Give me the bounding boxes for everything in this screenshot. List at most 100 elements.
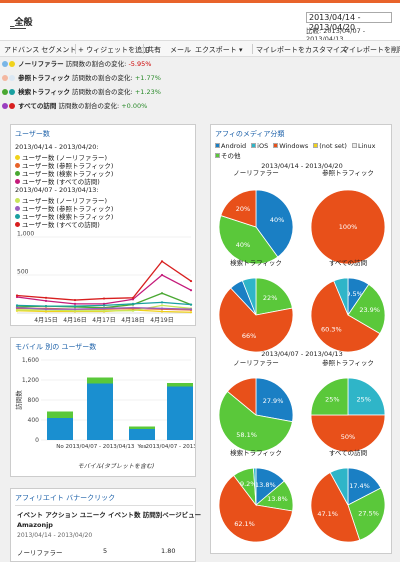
users-line-chart: 1,000 500 4月15日 4月16日 4月17日 4月18日 4月19日 [15, 231, 193, 324]
share-button[interactable]: 共有 [147, 45, 161, 55]
customize-report-button[interactable]: マイレポートをカスタマイズ [256, 45, 347, 55]
legend-label: Android [221, 142, 247, 150]
legend-swatch [251, 143, 257, 148]
add-widget-button[interactable]: + ウィジェットを追加 [78, 45, 149, 55]
row-value: 5 [103, 547, 108, 555]
data-point [73, 302, 77, 305]
segment-label: 訪問数の割合の変化: [58, 102, 120, 110]
segment-color-icon [9, 89, 15, 95]
data-point [44, 305, 48, 308]
data-point [160, 260, 164, 263]
segment-name: すべての訪問 [18, 102, 57, 110]
data-point [15, 294, 19, 297]
pie-label: 62.1% [234, 520, 255, 528]
pie-label: 27.9% [263, 397, 284, 405]
table-header-cell[interactable]: 訪問別ページビュー [143, 511, 201, 519]
data-point [102, 309, 106, 312]
legend-dot [15, 179, 20, 184]
x-tick-label: 4月15日 [34, 317, 57, 324]
legend-item: Linux [351, 142, 375, 150]
delete-report-button[interactable]: マイレポートを削除 [342, 45, 400, 55]
data-point [44, 296, 48, 299]
data-point [131, 306, 135, 309]
y-tick-label: 1,600 [22, 357, 39, 364]
data-point [15, 304, 19, 307]
segment-row[interactable]: ノーリファラー 訪問数の割合の変化: -5.95% [2, 58, 151, 70]
segment-name: 検索トラフィック [18, 88, 70, 96]
data-point [102, 297, 106, 300]
table-header: イベント アクション ユニーク イベント数 訪問別ページビュー [17, 509, 201, 519]
row-value: 1.80 [161, 547, 176, 555]
top-stripe [0, 0, 400, 3]
segment-row[interactable]: すべての訪問 訪問数の割合の変化: +0.00% [2, 100, 147, 112]
x-tick-label: 2013/04/07 - 2013/04/13 [66, 444, 135, 450]
data-point [189, 303, 193, 306]
table-header-cell[interactable]: イベント アクション [17, 511, 77, 519]
widget-title[interactable]: アフィのメディア分類 [215, 129, 284, 139]
widget-title[interactable]: ユーザー数 [15, 129, 50, 139]
legend-swatch [313, 143, 319, 148]
pie-label: 13.8% [255, 481, 276, 489]
pie-title: 参照トラフィック [322, 358, 374, 367]
bar [129, 429, 155, 440]
data-point [160, 307, 164, 310]
segment-row[interactable]: 検索トラフィック 訪問数の割合の変化: +1.23% [2, 86, 161, 98]
pie-title: ノーリファラー [233, 169, 279, 177]
pie-label: 50% [341, 433, 355, 441]
bar [167, 383, 193, 387]
pie-title: 参照トラフィック [322, 169, 374, 177]
row-label: ノーリファラー [17, 549, 63, 557]
data-point [131, 296, 135, 299]
y-tick-label: 500 [17, 269, 29, 276]
x-tick-label: No [56, 444, 64, 450]
group-label: Amazonjp [17, 521, 53, 529]
bar [87, 383, 113, 440]
pie-label: 40% [236, 241, 250, 249]
table-header-cell[interactable]: ユニーク イベント数 [80, 511, 141, 519]
data-point [44, 299, 48, 302]
toolbar: アドバンス セグメント + ウィジェットを追加 共有 メール エクスポート ▾ … [0, 40, 400, 57]
segment-row[interactable]: 参照トラフィック 訪問数の割合の変化: +1.77% [2, 72, 161, 84]
segment-change: -5.95% [128, 60, 152, 68]
segment-toggle-icon[interactable] [2, 89, 8, 95]
advanced-segment-button[interactable]: アドバンス セグメント [4, 45, 76, 55]
date-label: 2013/04/14 - 2013/04/20 [17, 532, 93, 539]
media-widget: アフィのメディア分類 Android iOS Windows (not set) Lin… [210, 124, 392, 554]
segment-toggle-icon[interactable] [2, 103, 8, 109]
legend-label: ユーザー数 (すべての訪問) [22, 178, 100, 186]
media-legend: Android iOS Windows (not set) Linux その他 [215, 142, 391, 160]
widget-title[interactable]: モバイル 別の ユーザー数 [15, 342, 96, 352]
data-point [160, 292, 164, 295]
pie-label: 25% [325, 395, 339, 403]
pie-label: 100% [339, 223, 358, 231]
data-point [189, 289, 193, 292]
x-tick-label: 4月19日 [150, 317, 173, 324]
segment-color-icon [9, 61, 15, 67]
legend-item: iOS [251, 142, 268, 150]
date-range-picker[interactable]: 2013/04/14 - 2013/04/20 [306, 12, 392, 32]
export-button[interactable]: エクスポート ▾ [195, 45, 243, 55]
pie-title: 検索トラフィック [230, 258, 282, 267]
widget-title[interactable]: アフィリエイト バナークリック [15, 493, 115, 503]
data-point [189, 308, 193, 311]
y-tick-label: 0 [35, 437, 39, 444]
pie-label: 66% [242, 332, 256, 340]
legend-label: Windows [279, 142, 309, 150]
segment-change: +1.77% [134, 74, 161, 82]
data-point [160, 273, 164, 277]
pie-label: 22% [263, 294, 277, 302]
email-button[interactable]: メール [170, 45, 191, 55]
pie-label: 20% [236, 205, 250, 213]
segment-toggle-icon[interactable] [2, 61, 8, 67]
legend-swatch [351, 143, 357, 148]
segment-label: 訪問数の割合の変化: [72, 74, 133, 82]
legend-item: Windows [273, 142, 308, 150]
page-title: _全般 [10, 18, 33, 28]
x-tick-label: 4月16日 [63, 317, 86, 324]
x-tick-label: 2013/04/07 - 2013/04/13 [146, 444, 195, 450]
segment-toggle-icon[interactable] [2, 75, 8, 81]
pie-label: 23.9% [359, 306, 380, 314]
data-point [102, 304, 106, 307]
legend-swatch [273, 143, 279, 148]
pie-title: すべての訪問 [329, 448, 367, 457]
